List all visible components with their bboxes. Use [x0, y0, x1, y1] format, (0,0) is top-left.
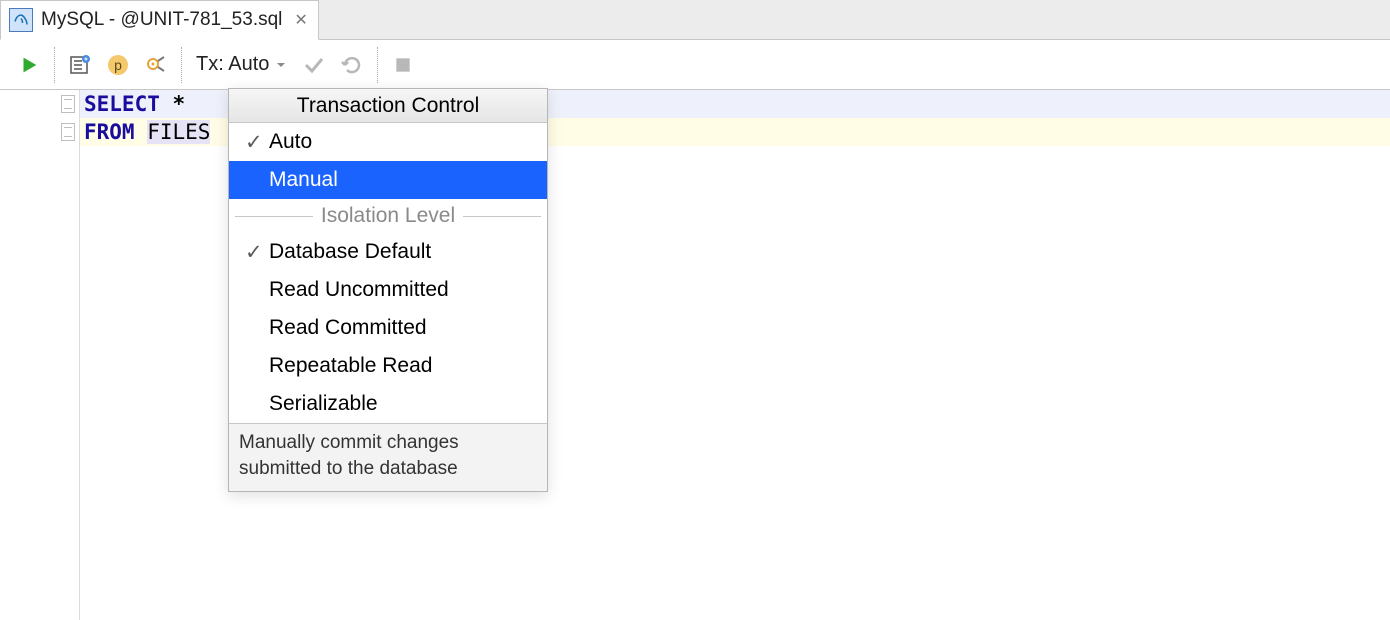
- popup-item[interactable]: Repeatable Read: [229, 347, 547, 385]
- tab-bar: MySQL - @UNIT-781_53.sql ✕: [0, 0, 1390, 40]
- mysql-file-icon: [9, 8, 33, 32]
- editor: SELECT * FROM FILES Transaction Control …: [0, 90, 1390, 620]
- popup-description: Manually commit changes submitted to the…: [229, 423, 547, 491]
- explain-plan-button[interactable]: [61, 47, 99, 83]
- popup-item-label: Auto: [269, 130, 312, 154]
- tab-active[interactable]: MySQL - @UNIT-781_53.sql ✕: [0, 0, 319, 40]
- check-icon: ✓: [245, 240, 269, 265]
- separator: [377, 47, 378, 83]
- popup-item[interactable]: ✓Database Default: [229, 233, 547, 271]
- tx-popup: Transaction Control ✓AutoManual Isolatio…: [228, 88, 548, 492]
- popup-item[interactable]: Manual: [229, 161, 547, 199]
- popup-item[interactable]: Read Uncommitted: [229, 271, 547, 309]
- svg-text:p: p: [114, 57, 122, 73]
- popup-item-label: Serializable: [269, 392, 378, 416]
- popup-separator: Isolation Level: [229, 199, 547, 233]
- chevron-down-icon: [275, 59, 287, 71]
- fold-icon[interactable]: [61, 95, 75, 113]
- popup-item-label: Read Uncommitted: [269, 278, 449, 302]
- separator: [181, 47, 182, 83]
- popup-item[interactable]: Read Committed: [229, 309, 547, 347]
- popup-header: Transaction Control: [229, 89, 547, 123]
- close-icon[interactable]: ✕: [294, 10, 307, 30]
- popup-item-label: Read Committed: [269, 316, 427, 340]
- tx-label: Tx: Auto: [196, 53, 269, 76]
- popup-item-label: Repeatable Read: [269, 354, 432, 378]
- tx-mode-dropdown[interactable]: Tx: Auto: [188, 47, 295, 83]
- commit-button[interactable]: [295, 47, 333, 83]
- popup-item[interactable]: ✓Auto: [229, 123, 547, 161]
- gutter: [0, 90, 80, 620]
- popup-item[interactable]: Serializable: [229, 385, 547, 423]
- tab-title: MySQL - @UNIT-781_53.sql: [41, 9, 282, 31]
- settings-button[interactable]: [137, 47, 175, 83]
- rollback-button[interactable]: [333, 47, 371, 83]
- fold-icon[interactable]: [61, 123, 75, 141]
- separator-label: Isolation Level: [321, 204, 455, 228]
- popup-item-label: Database Default: [269, 240, 431, 264]
- popup-item-label: Manual: [269, 168, 338, 192]
- parameters-button[interactable]: p: [99, 47, 137, 83]
- run-button[interactable]: [10, 47, 48, 83]
- separator: [54, 47, 55, 83]
- code-area[interactable]: SELECT * FROM FILES Transaction Control …: [80, 90, 1390, 620]
- stop-button[interactable]: [384, 47, 422, 83]
- check-icon: ✓: [245, 130, 269, 155]
- toolbar: p Tx: Auto: [0, 40, 1390, 90]
